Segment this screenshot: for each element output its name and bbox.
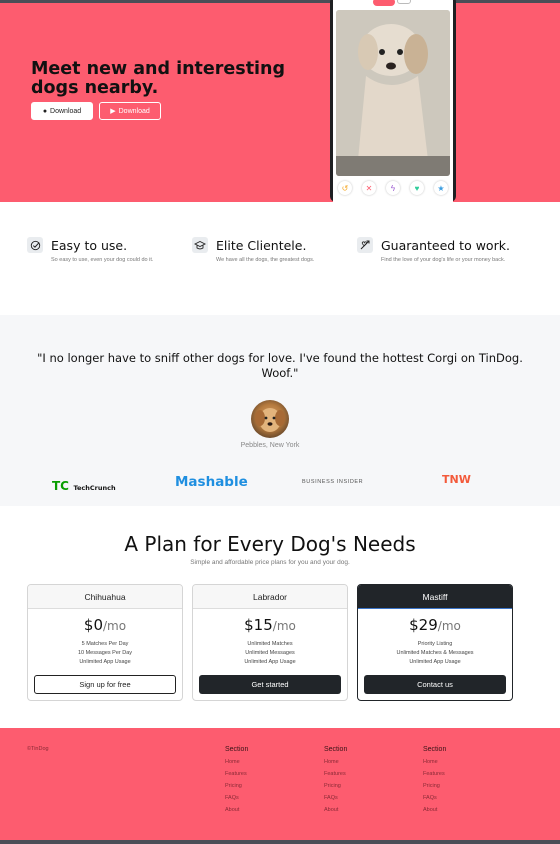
price-period: /mo — [272, 619, 296, 633]
techcrunch-mark: TC — [52, 479, 69, 493]
footer-link-about[interactable]: About — [324, 804, 347, 816]
footer-link-faqs[interactable]: FAQs — [225, 792, 248, 804]
get-started-button[interactable]: Get started — [199, 675, 341, 694]
footer-link-home[interactable]: Home — [423, 756, 446, 768]
close-icon[interactable]: ✕ — [362, 181, 376, 195]
phone-status-pill — [397, 0, 411, 4]
pricing-card-mastiff: Mastiff $29/mo Priority Listing Unlimite… — [357, 584, 513, 701]
pricing-subtitle: Simple and affordable price plans for yo… — [190, 559, 350, 566]
testimonial-section: "I no longer have to sniff other dogs fo… — [0, 315, 560, 506]
footer-link-pricing[interactable]: Pricing — [423, 780, 446, 792]
footer-link-pricing[interactable]: Pricing — [225, 780, 248, 792]
plan-price: $29/mo — [358, 616, 512, 634]
testimonial-quote: "I no longer have to sniff other dogs fo… — [37, 351, 523, 380]
download-apple-label: Download — [50, 107, 82, 115]
footer-link-home[interactable]: Home — [324, 756, 347, 768]
pricing-card-labrador: Labrador $15/mo Unlimited Matches Unlimi… — [192, 584, 348, 701]
star-icon[interactable]: ★ — [434, 181, 448, 195]
footer-section-title: Section — [225, 746, 249, 753]
plan-price: $0/mo — [28, 616, 182, 634]
footer-link-features[interactable]: Features — [324, 768, 347, 780]
press-logo-business-insider: BUSINESS INSIDER — [302, 479, 364, 485]
price-amount: $0 — [83, 616, 103, 634]
heart-arrow-icon — [357, 237, 373, 253]
plan-price: $15/mo — [193, 616, 347, 634]
plan-feature: Unlimited Matches & Messages — [396, 650, 474, 656]
phone-action-bar: ↺ ✕ ϟ ♥ ★ — [338, 180, 448, 196]
plan-feature: Unlimited App Usage — [79, 659, 131, 665]
footer-link-home[interactable]: Home — [225, 756, 248, 768]
feature-text: So easy to use, even your dog could do i… — [51, 257, 154, 263]
pricing-title: A Plan for Every Dog's Needs — [124, 532, 416, 556]
footer-section-title: Section — [324, 746, 348, 753]
plan-feature: 10 Messages Per Day — [77, 650, 133, 656]
footer-column: Section Home Features Pricing FAQs About — [225, 746, 248, 816]
undo-icon[interactable]: ↺ — [338, 181, 352, 195]
testimonial-author: Pebbles, New York — [240, 442, 300, 449]
footer: ©TinDog Section Home Features Pricing FA… — [0, 728, 560, 844]
hero-section: Meet new and interesting dogs nearby. ● … — [0, 3, 560, 202]
dog-illustration — [336, 10, 450, 176]
price-period: /mo — [103, 619, 127, 633]
window-bottom-bar — [0, 840, 560, 844]
footer-link-about[interactable]: About — [225, 804, 248, 816]
footer-link-pricing[interactable]: Pricing — [324, 780, 347, 792]
bolt-icon[interactable]: ϟ — [386, 181, 400, 195]
feature-text: We have all the dogs, the greatest dogs. — [216, 257, 315, 263]
download-play-button[interactable]: ▶ Download — [99, 102, 161, 120]
plan-feature: Priority Listing — [417, 641, 453, 647]
contact-us-button[interactable]: Contact us — [364, 675, 506, 694]
footer-link-about[interactable]: About — [423, 804, 446, 816]
phone-app-logo — [373, 0, 395, 6]
plan-features: Unlimited Matches Unlimited Messages Unl… — [193, 640, 347, 667]
press-logo-techcrunch: TC TechCrunch — [52, 477, 116, 495]
check-circle-icon — [27, 237, 43, 253]
plan-feature: Unlimited Matches — [247, 641, 293, 647]
footer-link-features[interactable]: Features — [225, 768, 248, 780]
pricing-card-chihuahua: Chihuahua $0/mo 5 Matches Per Day 10 Mes… — [27, 584, 183, 701]
graduation-cap-icon — [192, 237, 208, 253]
footer-link-features[interactable]: Features — [423, 768, 446, 780]
footer-link-faqs[interactable]: FAQs — [324, 792, 347, 804]
price-amount: $29 — [409, 616, 438, 634]
plan-name: Chihuahua — [28, 585, 182, 609]
hero-title: Meet new and interesting dogs nearby. — [31, 59, 286, 98]
play-store-icon: ▶ — [110, 108, 116, 115]
plan-features: 5 Matches Per Day 10 Messages Per Day Un… — [28, 640, 182, 667]
footer-column: Section Home Features Pricing FAQs About — [423, 746, 446, 816]
plan-feature: Unlimited App Usage — [244, 659, 296, 665]
price-amount: $15 — [244, 616, 273, 634]
feature-title: Easy to use. — [51, 238, 128, 253]
heart-icon[interactable]: ♥ — [410, 181, 424, 195]
plan-name: Mastiff — [358, 585, 512, 609]
press-name: TechCrunch — [73, 484, 116, 492]
dog-photo — [336, 10, 450, 176]
footer-column: Section Home Features Pricing FAQs About — [324, 746, 347, 816]
feature-title: Guaranteed to work. — [381, 238, 510, 253]
plan-feature: Unlimited App Usage — [409, 659, 461, 665]
download-apple-button[interactable]: ● Download — [31, 102, 93, 120]
plan-name: Labrador — [193, 585, 347, 609]
footer-section-title: Section — [423, 746, 447, 753]
footer-link-faqs[interactable]: FAQs — [423, 792, 446, 804]
plan-feature: 5 Matches Per Day — [81, 641, 129, 647]
download-play-label: Download — [118, 107, 150, 115]
plan-features: Priority Listing Unlimited Matches & Mes… — [358, 640, 512, 667]
feature-title: Elite Clientele. — [216, 238, 307, 253]
avatar — [251, 400, 289, 438]
press-logo-tnw: TNW — [442, 473, 471, 486]
apple-icon: ● — [42, 107, 48, 115]
feature-text: Find the love of your dog's life or your… — [381, 257, 506, 263]
plan-feature: Unlimited Messages — [245, 650, 295, 656]
price-period: /mo — [437, 619, 461, 633]
press-logo-mashable: Mashable — [175, 474, 248, 490]
copyright: ©TinDog — [27, 746, 49, 752]
signup-free-button[interactable]: Sign up for free — [34, 675, 176, 694]
